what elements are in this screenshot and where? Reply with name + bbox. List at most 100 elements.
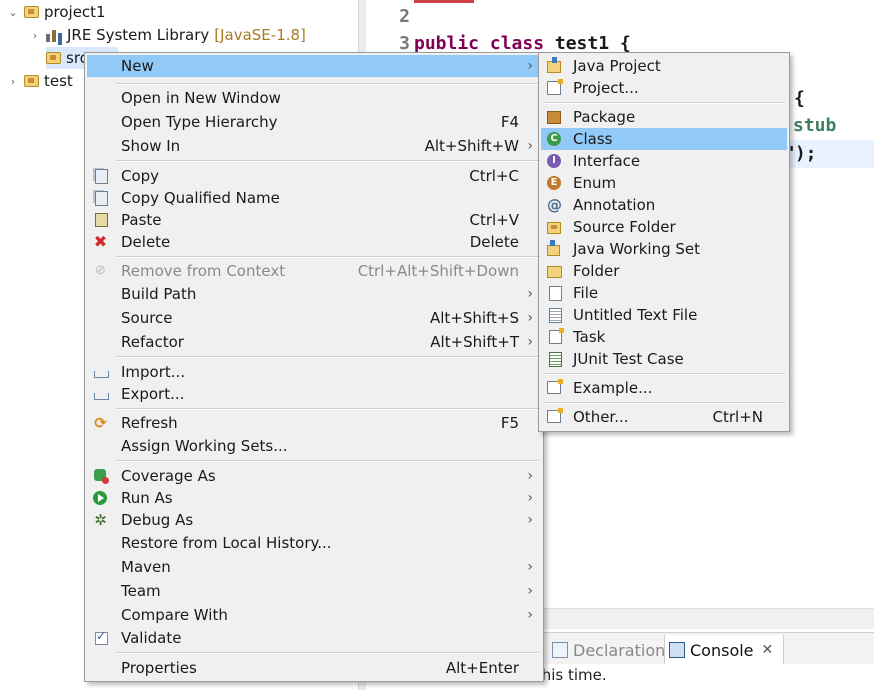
menu-item-copy-qualified-name[interactable]: Copy Qualified Name [87,187,541,209]
code-fragment-top [414,0,474,3]
submenu-arrow-icon: › [527,58,533,74]
library-icon [46,28,62,42]
menu-item-label: Source [121,309,173,327]
menu-item-label: Refresh [121,414,178,432]
menu-separator [115,256,539,258]
tree-item-project1[interactable]: ⌄ project1 [6,1,105,23]
submenu-item-interface[interactable]: I Interface [541,150,787,172]
menu-item-label: Untitled Text File [573,306,698,324]
menu-item-shortcut: Alt+Shift+S [429,309,519,327]
chevron-down-icon[interactable]: ⌄ [6,6,20,19]
menu-item-new[interactable]: New › [87,55,541,77]
submenu-item-package[interactable]: Package [541,106,787,128]
tab-declaration[interactable]: Declaration [552,637,665,663]
code-brace: { [794,88,805,109]
tree-item-test[interactable]: › test [6,70,73,92]
menu-item-label: Source Folder [573,218,676,236]
menu-item-label: Open in New Window [121,89,281,107]
source-folder-icon [46,52,61,64]
menu-item-label: Debug As [121,511,194,529]
menu-item-run-as[interactable]: Run As › [87,487,541,509]
submenu-item-example[interactable]: Example... [541,377,787,399]
menu-item-export[interactable]: Export... [87,383,541,405]
submenu-item-project[interactable]: Project... [541,77,787,99]
debug-icon: ✲ [94,511,107,529]
submenu-item-java-working-set[interactable]: Java Working Set [541,238,787,260]
code-text: test1 { [544,33,631,54]
menu-item-label: Enum [573,174,617,192]
chevron-right-icon[interactable]: › [28,29,42,42]
submenu-arrow-icon: › [527,286,533,302]
menu-item-shortcut: Alt+Enter [445,659,519,677]
copy-qualified-name-icon [95,191,108,206]
menu-item-label: Package [573,108,636,126]
close-icon[interactable]: ✕ [762,642,774,658]
tree-item-label: JRE System Library [67,26,210,44]
menu-item-label: Properties [121,659,197,677]
folder-icon [547,266,562,278]
menu-item-label: Example... [573,379,653,397]
junit-icon [549,352,562,367]
menu-item-refresh[interactable]: ⟳ Refresh F5 [87,412,541,434]
submenu-item-class[interactable]: C Class [541,128,787,150]
menu-item-label: Copy [121,167,160,185]
menu-item-label: Team [121,582,161,600]
menu-item-label: Restore from Local History... [121,534,332,552]
menu-item-validate[interactable]: Validate [87,627,541,649]
menu-item-label: Import... [121,363,186,381]
menu-item-restore-local-history[interactable]: Restore from Local History... [87,532,541,554]
menu-item-delete[interactable]: ✖ Delete Delete [87,231,541,253]
code-line-3: public class test1 { [414,33,631,54]
menu-item-label: Refactor [121,333,184,351]
submenu-item-file[interactable]: File [541,282,787,304]
menu-item-shortcut: Ctrl+N [712,408,763,426]
menu-item-open-type-hierarchy[interactable]: Open Type Hierarchy F4 [87,111,541,133]
chevron-right-icon[interactable]: › [6,75,20,88]
submenu-item-untitled-text-file[interactable]: Untitled Text File [541,304,787,326]
menu-item-label: Other... [573,408,629,426]
tab-console[interactable]: Console ✕ [664,635,785,665]
delete-icon: ✖ [93,232,108,251]
copy-icon [95,169,108,184]
menu-item-copy[interactable]: Copy Ctrl+C [87,165,541,187]
menu-item-maven[interactable]: Maven › [87,556,541,578]
file-icon [549,286,562,301]
menu-separator [543,102,785,104]
menu-item-show-in[interactable]: Show In Alt+Shift+W › [87,135,541,157]
menu-item-assign-working-sets[interactable]: Assign Working Sets... [87,435,541,457]
submenu-item-annotation[interactable]: @ Annotation [541,194,787,216]
declaration-icon [552,642,568,658]
menu-item-shortcut: Alt+Shift+T [430,333,519,351]
menu-item-debug-as[interactable]: ✲ Debug As › [87,509,541,531]
paste-icon [95,213,108,227]
context-menu: New › Open in New Window Open Type Hiera… [84,52,544,682]
submenu-item-task[interactable]: Task [541,326,787,348]
menu-item-label: Validate [121,629,182,647]
menu-item-source[interactable]: Source Alt+Shift+S › [87,307,541,329]
menu-item-refactor[interactable]: Refactor Alt+Shift+T › [87,331,541,353]
menu-item-build-path[interactable]: Build Path › [87,283,541,305]
menu-item-properties[interactable]: Properties Alt+Enter [87,657,541,679]
submenu-item-other[interactable]: Other... Ctrl+N [541,406,787,428]
submenu-item-source-folder[interactable]: Source Folder [541,216,787,238]
menu-item-team[interactable]: Team › [87,580,541,602]
project-icon [547,79,563,95]
submenu-item-folder[interactable]: Folder [541,260,787,282]
submenu-item-junit-test-case[interactable]: JUnit Test Case [541,348,787,370]
menu-item-import[interactable]: Import... [87,361,541,383]
project-folder-icon [24,75,39,87]
submenu-arrow-icon: › [527,310,533,326]
menu-item-compare-with[interactable]: Compare With › [87,604,541,626]
menu-item-shortcut: Alt+Shift+W [424,137,519,155]
menu-item-label: Java Working Set [573,240,701,258]
menu-item-label: Java Project [573,57,661,75]
submenu-item-java-project[interactable]: Java Project [541,55,787,77]
submenu-item-enum[interactable]: E Enum [541,172,787,194]
submenu-arrow-icon: › [527,468,533,484]
menu-item-paste[interactable]: Paste Ctrl+V [87,209,541,231]
menu-item-coverage-as[interactable]: Coverage As › [87,465,541,487]
menu-item-open-in-new-window[interactable]: Open in New Window [87,87,541,109]
menu-item-label: JUnit Test Case [573,350,684,368]
tree-item-jre-library[interactable]: › JRE System Library [JavaSE-1.8] [28,24,306,46]
menu-item-label: Class [573,130,613,148]
